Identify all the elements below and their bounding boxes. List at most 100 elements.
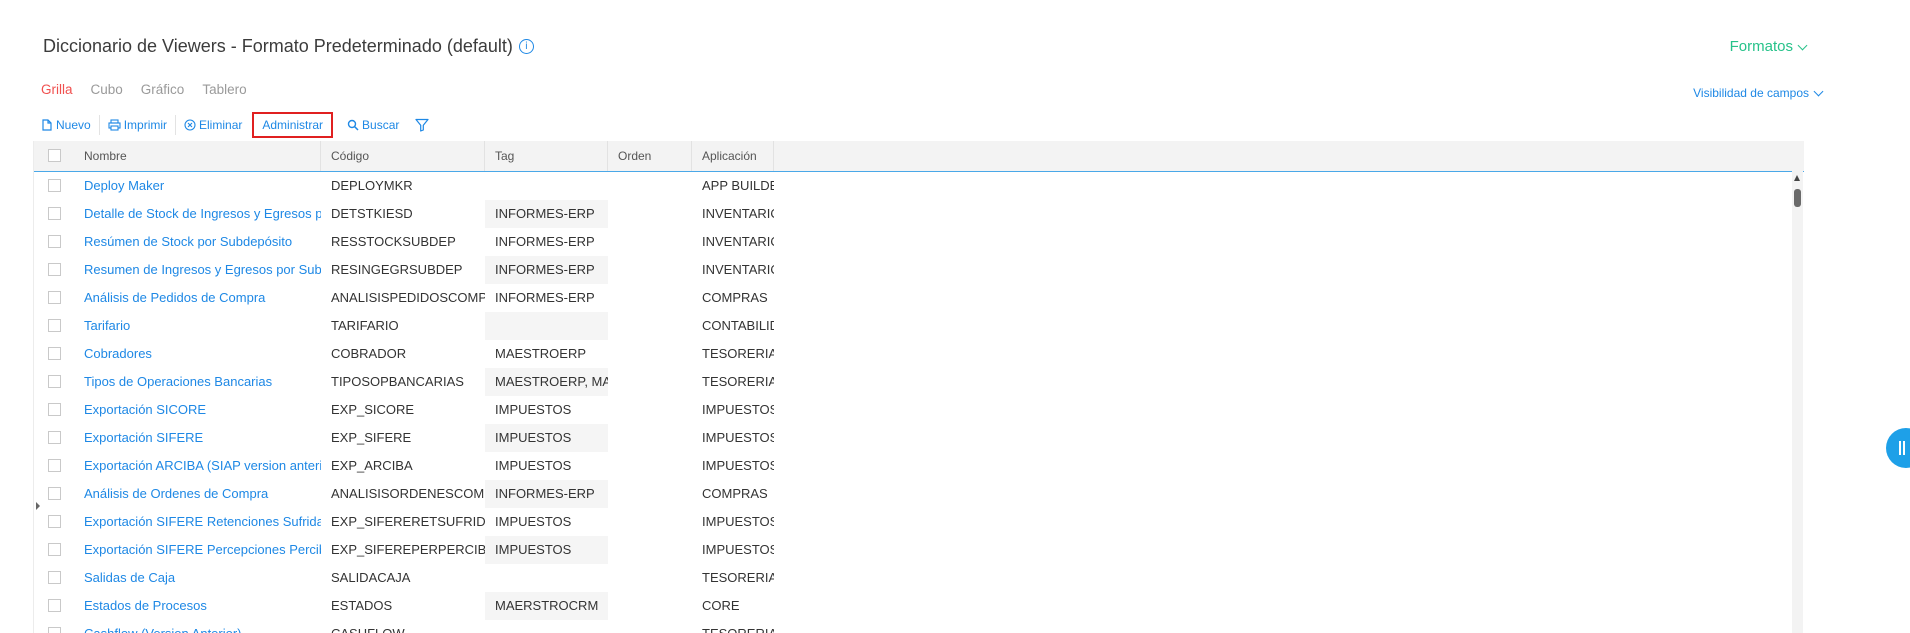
row-checkbox[interactable] [48, 431, 61, 444]
table-row[interactable]: Deploy Maker DEPLOYMKR APP BUILDER [34, 172, 934, 200]
toolbar: Nuevo Imprimir Eliminar Administrar Busc… [41, 112, 437, 138]
formatos-dropdown[interactable]: Formatos [1730, 38, 1808, 55]
table-row[interactable]: Exportación SICORE EXP_SICORE IMPUESTOS IMP… [34, 396, 934, 424]
cell-orden [608, 200, 692, 228]
tab-grafico[interactable]: Gráfico [141, 82, 185, 97]
cell-nombre[interactable]: Tarifario [74, 312, 321, 340]
cell-tag [485, 620, 608, 633]
row-checkbox[interactable] [48, 515, 61, 528]
cell-nombre[interactable]: Cashflow (Version Anterior) [74, 620, 321, 633]
cell-nombre[interactable]: Salidas de Caja [74, 564, 321, 592]
table-row[interactable]: Estados de Procesos ESTADOS MAERSTROCRM COR… [34, 592, 934, 620]
info-icon[interactable]: i [518, 39, 534, 54]
table-row[interactable]: Cobradores COBRADOR MAESTROERP TESORERIA Y [34, 340, 934, 368]
filter-icon [415, 118, 430, 132]
row-checkbox[interactable] [48, 235, 61, 248]
table-row[interactable]: Tipos de Operaciones Bancarias TIPOSOPBAN… [34, 368, 934, 396]
side-panel-handle[interactable] [1886, 428, 1910, 468]
cell-codigo: ANALISISORDENESCOMPRA [331, 486, 485, 501]
row-checkbox[interactable] [48, 599, 61, 612]
scroll-up-arrow-icon[interactable] [1794, 175, 1800, 181]
visibilidad-campos-dropdown[interactable]: Visibilidad de campos [1693, 86, 1824, 100]
cell-aplicacion: TESORERIA Y [702, 374, 774, 389]
row-checkbox[interactable] [48, 375, 61, 388]
row-checkbox[interactable] [48, 571, 61, 584]
nuevo-label: Nuevo [56, 118, 91, 132]
cell-nombre[interactable]: Exportación ARCIBA (SIAP version anterio… [74, 452, 321, 480]
buscar-button[interactable]: Buscar [339, 115, 407, 135]
column-header-orden[interactable]: Orden [608, 141, 692, 171]
table-row[interactable]: Tarifario TARIFARIO CONTABILIDAD [34, 312, 934, 340]
administrar-button[interactable]: Administrar [252, 112, 334, 138]
cell-tag [485, 172, 608, 200]
column-header-codigo[interactable]: Código [321, 141, 485, 171]
cell-nombre[interactable]: Cobradores [74, 340, 321, 368]
cell-nombre[interactable]: Exportación SICORE [74, 396, 321, 424]
cell-nombre[interactable]: Análisis de Ordenes de Compra [74, 480, 321, 508]
cell-nombre[interactable]: Resumen de Ingresos y Egresos por Subdep… [74, 256, 321, 284]
table-row[interactable]: Exportación SIFERE Retenciones Sufridas E… [34, 508, 934, 536]
row-checkbox[interactable] [48, 487, 61, 500]
cell-tag [485, 312, 608, 340]
select-all-checkbox[interactable] [48, 149, 61, 162]
cell-tag: INFORMES-ERP [485, 256, 608, 284]
cell-nombre[interactable]: Detalle de Stock de Ingresos y Egresos p… [74, 200, 321, 228]
row-checkbox[interactable] [48, 347, 61, 360]
filter-button[interactable] [407, 115, 437, 135]
cell-orden [608, 172, 692, 200]
row-checkbox[interactable] [48, 459, 61, 472]
imprimir-button[interactable]: Imprimir [100, 115, 177, 135]
row-checkbox[interactable] [48, 263, 61, 276]
cell-orden [608, 480, 692, 508]
row-checkbox[interactable] [48, 179, 61, 192]
cell-nombre[interactable]: Exportación SIFERE [74, 424, 321, 452]
cell-nombre[interactable]: Tipos de Operaciones Bancarias [74, 368, 321, 396]
cell-codigo: EXP_SICORE [331, 402, 415, 417]
row-checkbox[interactable] [48, 319, 61, 332]
table-row[interactable]: Resumen de Ingresos y Egresos por Subdep… [34, 256, 934, 284]
row-checkbox[interactable] [48, 627, 61, 633]
tab-tablero[interactable]: Tablero [202, 82, 246, 97]
cell-orden [608, 564, 692, 592]
table-row[interactable]: Exportación ARCIBA (SIAP version anterio… [34, 452, 934, 480]
table-row[interactable]: Exportación SIFERE EXP_SIFERE IMPUESTOS IMP… [34, 424, 934, 452]
cell-tag: INFORMES-ERP [495, 234, 595, 249]
table-row[interactable]: Salidas de Caja SALIDACAJA TESORERIA Y [34, 564, 934, 592]
cell-nombre[interactable]: Exportación SIFERE Retenciones Sufridas [74, 508, 321, 536]
row-checkbox[interactable] [48, 543, 61, 556]
column-header-nombre[interactable]: Nombre [74, 141, 321, 171]
cell-nombre[interactable]: Resúmen de Stock por Subdepósito [74, 228, 321, 256]
column-header-tag[interactable]: Tag [485, 141, 608, 171]
row-checkbox[interactable] [48, 207, 61, 220]
tab-grilla[interactable]: Grilla [41, 82, 73, 97]
cell-nombre[interactable]: Exportación SIFERE Percepciones Percibid… [74, 536, 321, 564]
cell-orden [608, 592, 692, 620]
cell-nombre[interactable]: Deploy Maker [74, 172, 321, 200]
table-row[interactable]: Análisis de Pedidos de Compra ANALISISPED… [34, 284, 934, 312]
table-row[interactable]: Exportación SIFERE Percepciones Percibid… [34, 536, 934, 564]
expand-panel-arrow-icon[interactable] [36, 502, 40, 510]
table-row[interactable]: Resúmen de Stock por Subdepósito RESSTOCK… [34, 228, 934, 256]
cell-codigo: DETSTKIESD [331, 206, 413, 221]
cell-aplicacion: IMPUESTOS_AR [702, 542, 774, 557]
eliminar-label: Eliminar [199, 118, 243, 132]
cell-codigo: EXP_ARCIBA [331, 458, 413, 473]
tab-cubo[interactable]: Cubo [91, 82, 123, 97]
cell-nombre[interactable]: Estados de Procesos [74, 592, 321, 620]
row-checkbox[interactable] [48, 291, 61, 304]
table-row[interactable]: Detalle de Stock de Ingresos y Egresos p… [34, 200, 934, 228]
cell-aplicacion: APP BUILDER [702, 178, 774, 193]
table-row[interactable]: Cashflow (Version Anterior)CASHFLOW TESOR… [34, 620, 934, 633]
cell-orden [608, 312, 692, 340]
cell-nombre[interactable]: Análisis de Pedidos de Compra [74, 284, 321, 312]
search-icon [347, 119, 359, 131]
table-row[interactable]: Análisis de Ordenes de Compra ANALISISORD… [34, 480, 934, 508]
vertical-scrollbar[interactable] [1792, 171, 1803, 633]
eliminar-button[interactable]: Eliminar [176, 115, 250, 135]
row-checkbox[interactable] [48, 403, 61, 416]
cell-codigo: EXP_SIFERE [331, 430, 412, 445]
cell-aplicacion: TESORERIA Y [702, 346, 774, 361]
nuevo-button[interactable]: Nuevo [41, 115, 100, 135]
column-header-aplicacion[interactable]: Aplicación [692, 141, 774, 171]
scrollbar-thumb[interactable] [1794, 189, 1801, 207]
